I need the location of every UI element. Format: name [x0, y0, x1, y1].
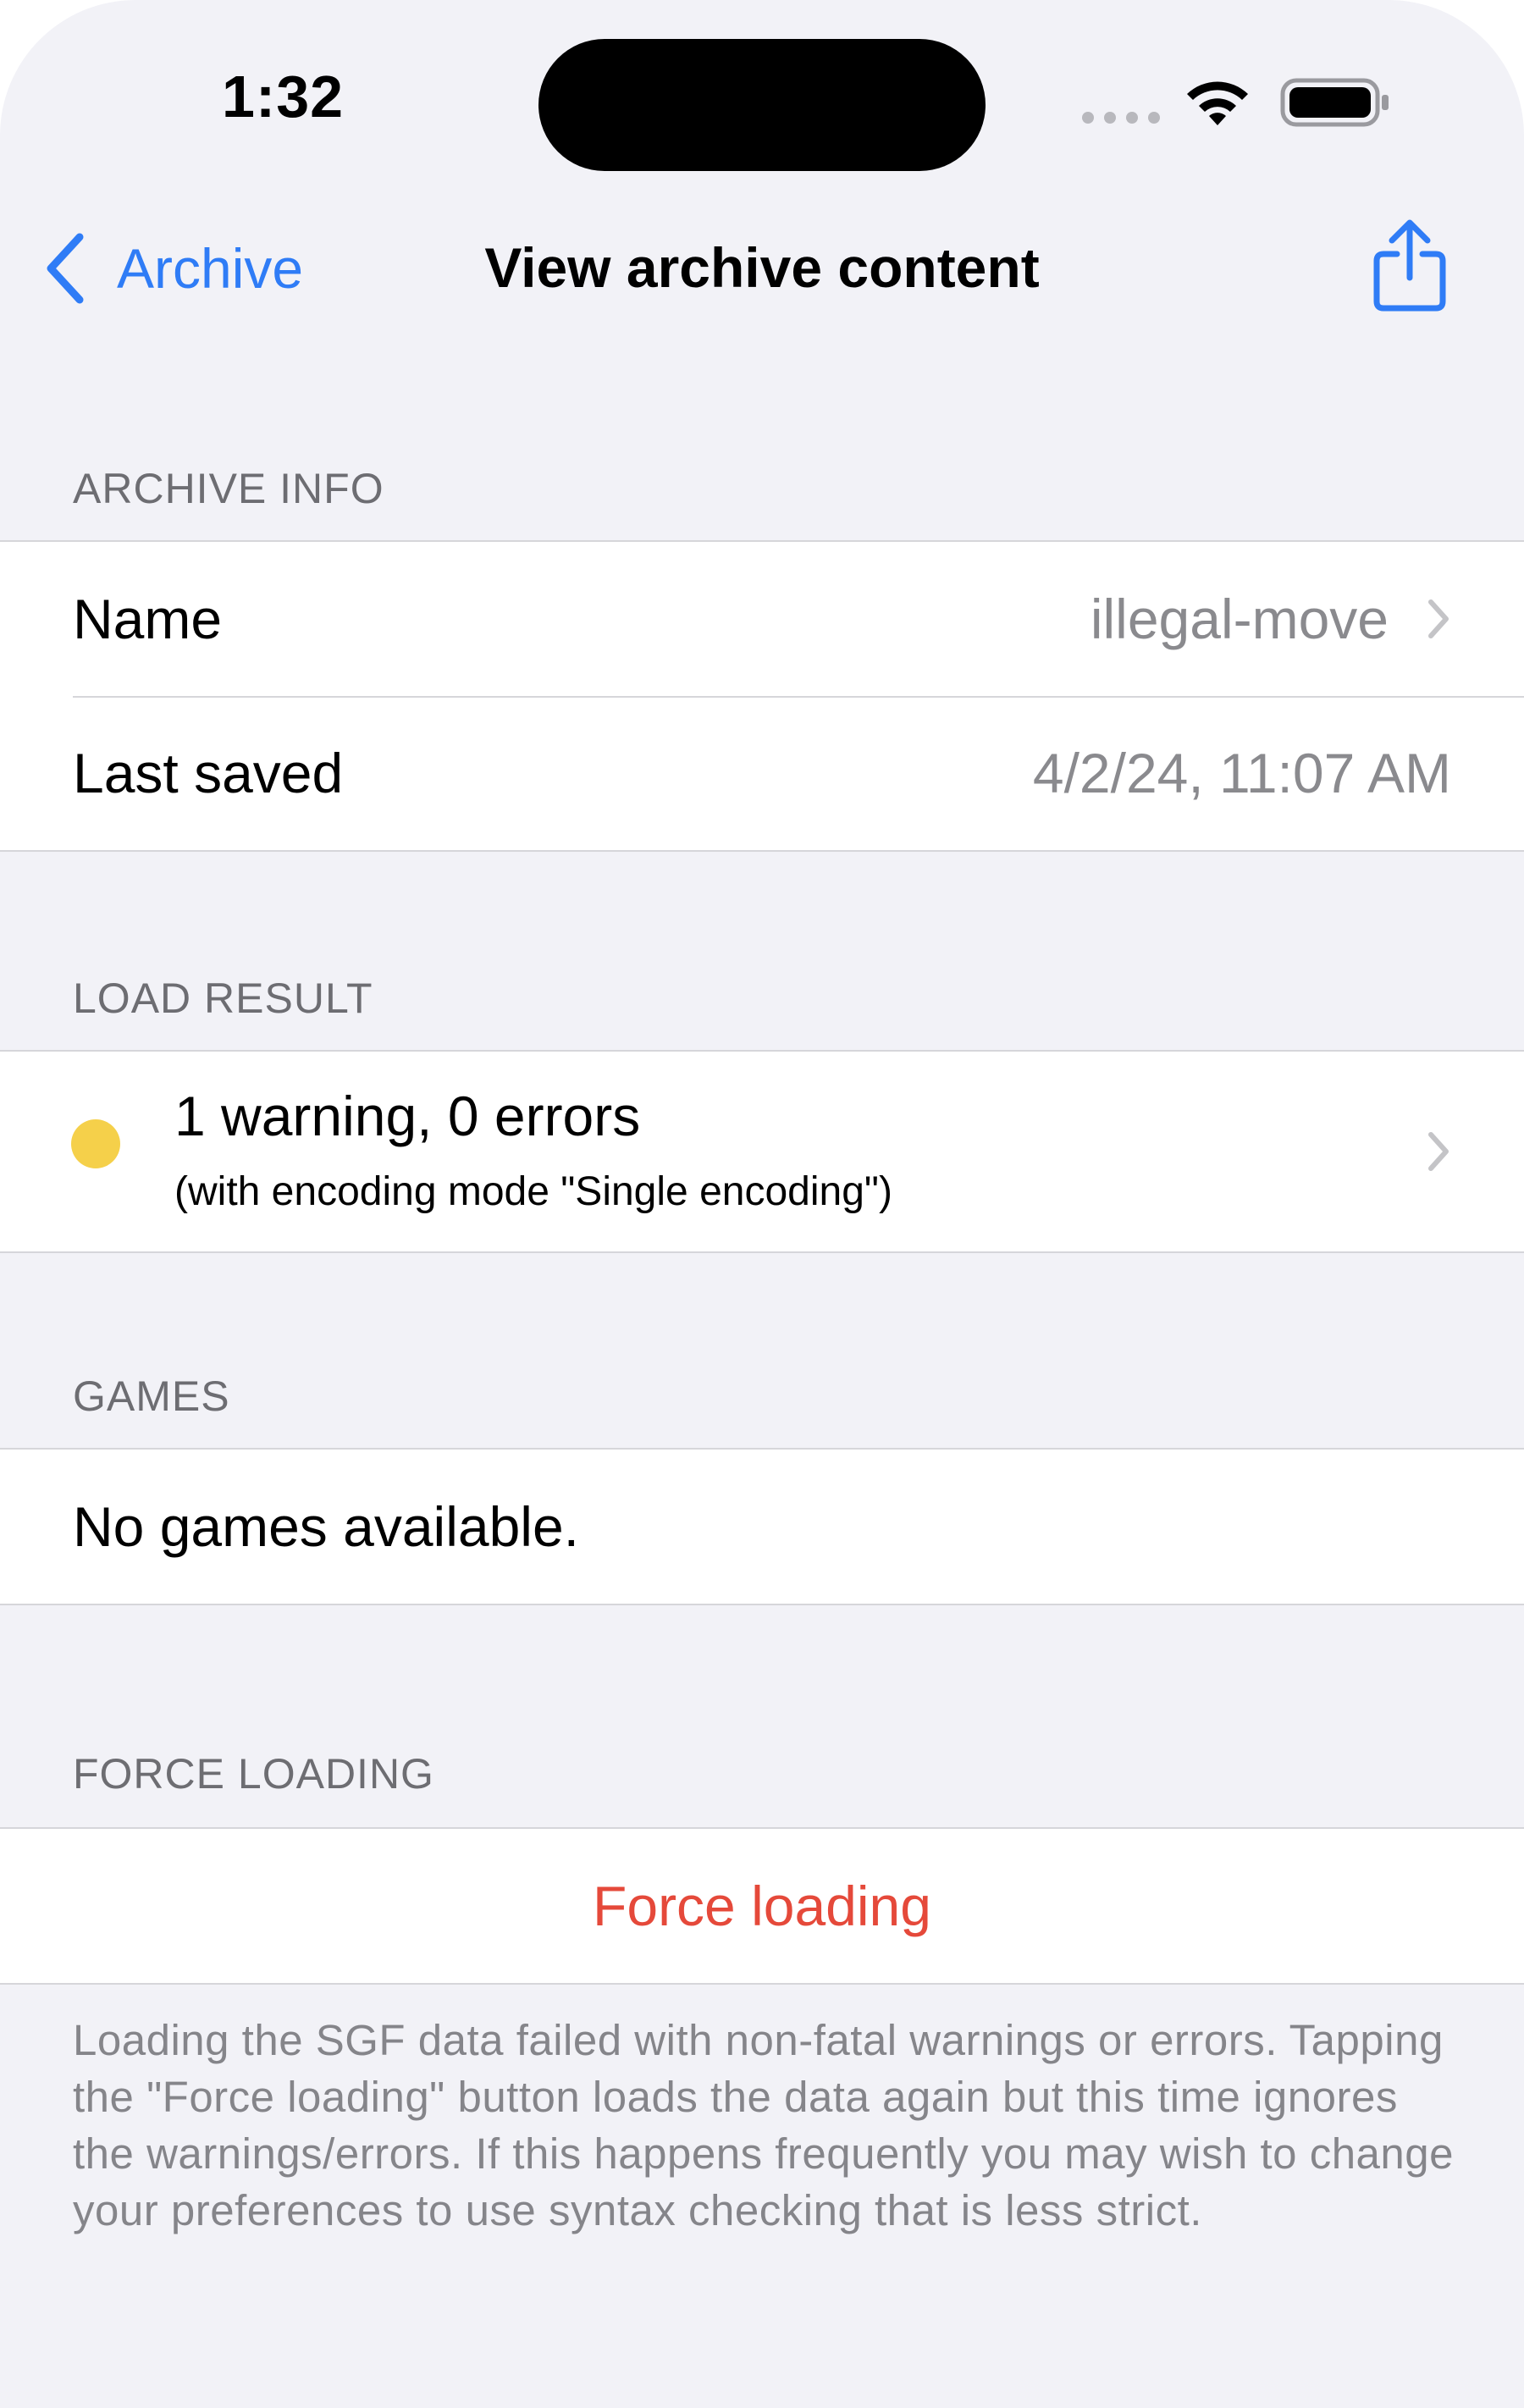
- name-label: Name: [73, 588, 223, 650]
- battery-icon: [1280, 78, 1389, 127]
- section-header-games: GAMES: [73, 1372, 230, 1420]
- no-games-row: No games available.: [0, 1450, 1524, 1604]
- force-loading-group: Force loading: [0, 1827, 1524, 1985]
- force-loading-button[interactable]: Force loading: [0, 1829, 1524, 1983]
- archive-info-group: Name illegal-move Last saved 4/2/24, 11:…: [0, 540, 1524, 852]
- games-group: No games available.: [0, 1448, 1524, 1605]
- share-icon[interactable]: [1372, 218, 1448, 313]
- section-header-load-result: LOAD RESULT: [73, 975, 373, 1022]
- force-loading-footer: Loading the SGF data failed with non-fat…: [73, 2016, 1455, 2234]
- status-indicator-icon: [71, 1119, 120, 1168]
- phone-screen: 1:32 Archive View archive content ARCHIV…: [0, 0, 1524, 2408]
- section-header-force-loading: FORCE LOADING: [73, 1750, 434, 1798]
- status-time: 1:32: [222, 64, 345, 130]
- page-title: View archive content: [484, 236, 1040, 299]
- chevron-right-icon: [1428, 599, 1449, 638]
- load-result-subtitle: (with encoding mode "Single encoding"): [174, 1169, 892, 1214]
- last-saved-row: Last saved 4/2/24, 11:07 AM: [0, 696, 1524, 850]
- last-saved-value: 4/2/24, 11:07 AM: [1032, 742, 1451, 804]
- dynamic-island: [538, 39, 986, 171]
- name-value: illegal-move: [1090, 588, 1389, 650]
- load-result-row[interactable]: 1 warning, 0 errors (with encoding mode …: [0, 1052, 1524, 1251]
- last-saved-label: Last saved: [73, 742, 344, 804]
- chevron-right-icon: [1428, 1132, 1449, 1171]
- section-header-archive-info: ARCHIVE INFO: [73, 465, 384, 512]
- load-result-title: 1 warning, 0 errors: [174, 1085, 641, 1147]
- name-row[interactable]: Name illegal-move: [0, 542, 1524, 696]
- cellular-signal-icon: [1082, 112, 1160, 124]
- wifi-icon: [1187, 81, 1248, 125]
- load-result-group: 1 warning, 0 errors (with encoding mode …: [0, 1050, 1524, 1253]
- no-games-text: No games available.: [73, 1495, 579, 1558]
